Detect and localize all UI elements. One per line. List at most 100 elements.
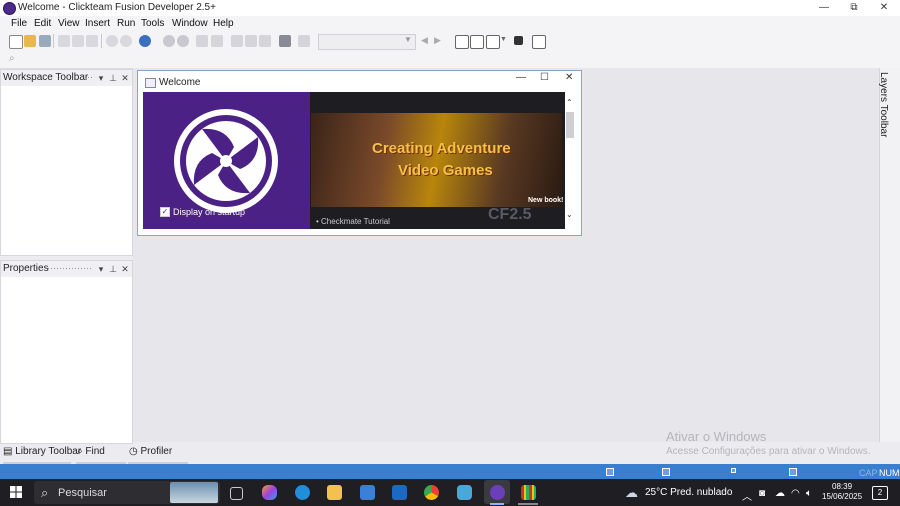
copilot-icon[interactable] (262, 485, 277, 500)
menu-view[interactable]: View (58, 18, 80, 29)
frame-selector-dropdown[interactable] (318, 34, 416, 50)
status-indicator-icon (606, 468, 614, 476)
chrome-icon[interactable] (424, 485, 439, 500)
grid-icon[interactable] (196, 35, 208, 47)
properties-panel-header: Properties ▾ ⊥ ✕ (1, 261, 132, 277)
next-frame-icon[interactable]: ▶ (434, 35, 441, 46)
file-explorer-icon[interactable] (327, 485, 342, 500)
frame-icon[interactable] (279, 35, 291, 47)
welcome-minimize-button[interactable]: — (516, 72, 526, 83)
activation-watermark-text: Acesse Configurações para ativar o Windo… (666, 446, 871, 457)
back-icon[interactable] (163, 35, 175, 47)
weather-widget[interactable]: 25°C Pred. nublado (645, 487, 732, 498)
search-icon: ⌕ (41, 485, 49, 500)
notification-center-button[interactable]: 2 (872, 486, 888, 500)
menu-help[interactable]: Help (213, 18, 234, 29)
tab-find-label: Find (85, 446, 105, 457)
window-layout-icon[interactable] (455, 35, 469, 49)
winrar-icon[interactable] (521, 485, 536, 500)
windows-start-icon[interactable] (10, 486, 22, 498)
open-folder-icon[interactable] (24, 35, 36, 47)
clickteam-logo-icon (174, 109, 278, 213)
paste-icon[interactable] (86, 35, 98, 47)
copy-icon[interactable] (72, 35, 84, 47)
distribute-icon[interactable] (245, 35, 257, 47)
align-icon[interactable] (231, 35, 243, 47)
edge-browser-icon[interactable] (295, 485, 310, 500)
cut-icon[interactable] (58, 35, 70, 47)
chevron-down-icon[interactable]: ▾ (95, 70, 107, 86)
forward-icon[interactable] (177, 35, 189, 47)
onedrive-cloud-icon[interactable]: ☁ (775, 488, 785, 499)
chevron-down-icon[interactable]: ▼ (500, 36, 507, 43)
document-icon (145, 78, 156, 88)
tab-profiler[interactable]: ◷ Profiler (129, 446, 172, 457)
zoom-icon[interactable]: ⌕ (9, 53, 15, 64)
wifi-icon[interactable]: ◠ (791, 488, 800, 499)
help-icon[interactable] (139, 35, 151, 47)
drag-grip-icon[interactable] (84, 76, 94, 80)
menu-window[interactable]: Window (172, 18, 208, 29)
weather-cloud-icon[interactable]: ☁ (625, 485, 638, 501)
layers-toolbar-label[interactable]: Layers Toolbar (878, 72, 889, 137)
task-view-icon[interactable] (230, 487, 243, 500)
object-icon[interactable] (298, 35, 310, 47)
product-logo: CF2.5 (488, 206, 532, 223)
grid-snap-icon[interactable] (211, 35, 223, 47)
drag-grip-icon[interactable] (47, 267, 93, 271)
stop-icon[interactable] (514, 36, 523, 45)
chevron-up-icon[interactable]: ︿ (742, 488, 752, 503)
welcome-maximize-button[interactable]: ☐ (540, 72, 549, 83)
tab-library-toolbar-label: Library Toolbar (15, 446, 82, 457)
save-icon[interactable] (39, 35, 51, 47)
scroll-down-icon[interactable]: ⌄ (566, 210, 573, 219)
taskbar-clock[interactable]: 08:39 15/06/2025 (822, 482, 862, 502)
undo-icon[interactable] (106, 35, 118, 47)
welcome-close-button[interactable]: ✕ (565, 72, 573, 83)
book-banner-image[interactable] (311, 113, 562, 207)
new-file-icon[interactable] (9, 35, 23, 49)
tab-find[interactable]: ⌕ Find (77, 446, 105, 457)
num-lock-indicator: NUM (879, 468, 900, 478)
profiler-icon: ◷ (129, 446, 138, 457)
chevron-down-icon[interactable]: ▾ (95, 261, 107, 277)
clickteam-fusion-icon[interactable] (490, 485, 505, 500)
toolbar-separator (101, 34, 102, 48)
menu-file[interactable]: File (11, 18, 27, 29)
camera-icon[interactable]: ◙ (759, 488, 765, 499)
menu-insert[interactable]: Insert (85, 18, 110, 29)
scroll-up-icon[interactable]: ⌃ (566, 98, 573, 107)
clock-time: 08:39 (832, 482, 853, 491)
close-icon[interactable]: ✕ (119, 70, 131, 86)
taskbar-search-label[interactable]: Pesquisar (58, 487, 107, 499)
menu-edit[interactable]: Edit (34, 18, 51, 29)
display-on-startup-checkbox[interactable]: ✓ (160, 207, 170, 217)
caps-lock-indicator: CAP (859, 468, 878, 478)
display-mode-icon[interactable] (486, 35, 500, 49)
volume-icon[interactable]: 🔈︎ (806, 488, 812, 499)
search-highlight-image[interactable] (170, 482, 218, 503)
close-icon[interactable]: ✕ (119, 261, 131, 277)
outlook-icon[interactable] (392, 485, 407, 500)
scrollbar-thumb[interactable] (566, 112, 574, 138)
pin-icon[interactable]: ⊥ (107, 70, 119, 86)
window-title: Welcome - Clickteam Fusion Developer 2.5… (18, 2, 216, 13)
run-frame-icon[interactable] (532, 35, 546, 49)
menu-tools[interactable]: Tools (141, 18, 164, 29)
close-button[interactable]: ✕ (869, 0, 899, 16)
pin-icon[interactable]: ⊥ (107, 261, 119, 277)
tab-library-toolbar[interactable]: ▤ Library Toolbar (3, 446, 81, 457)
microsoft-store-icon[interactable] (360, 485, 375, 500)
arrange-icon[interactable] (259, 35, 271, 47)
prev-frame-icon[interactable]: ◀ (421, 35, 428, 46)
tutorial-link[interactable]: • Checkmate Tutorial (316, 217, 390, 226)
redo-icon[interactable] (120, 35, 132, 47)
tile-icon[interactable] (470, 35, 484, 49)
minimize-button[interactable]: — (809, 0, 839, 16)
properties-panel-title: Properties (3, 263, 49, 274)
app-icon[interactable] (3, 2, 16, 15)
maximize-button[interactable]: ⧉ (839, 0, 869, 16)
display-on-startup-label[interactable]: Display on startup (173, 207, 245, 217)
app-shortcut-icon[interactable] (457, 485, 472, 500)
menu-run[interactable]: Run (117, 18, 135, 29)
